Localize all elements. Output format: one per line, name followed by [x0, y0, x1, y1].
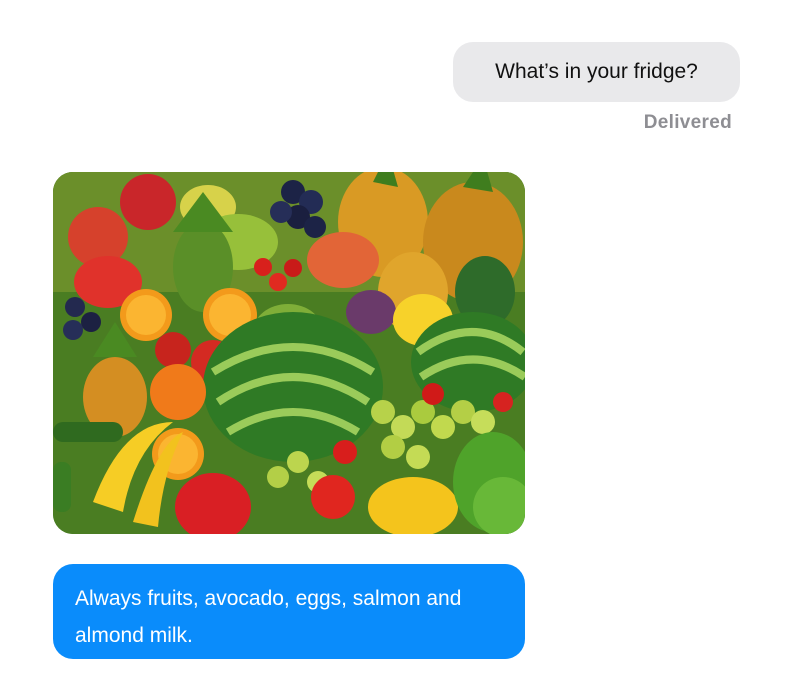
- incoming-message-bubble[interactable]: Always fruits, avocado, eggs, salmon and…: [53, 564, 525, 659]
- outgoing-message-text: What’s in your fridge?: [495, 60, 698, 83]
- incoming-message-text: Always fruits, avocado, eggs, salmon and…: [75, 587, 462, 647]
- image-message[interactable]: [53, 172, 525, 534]
- fruits-vegetables-photo: [53, 172, 525, 534]
- delivery-status: Delivered: [643, 112, 732, 133]
- outgoing-message-bubble[interactable]: What’s in your fridge?: [453, 42, 740, 102]
